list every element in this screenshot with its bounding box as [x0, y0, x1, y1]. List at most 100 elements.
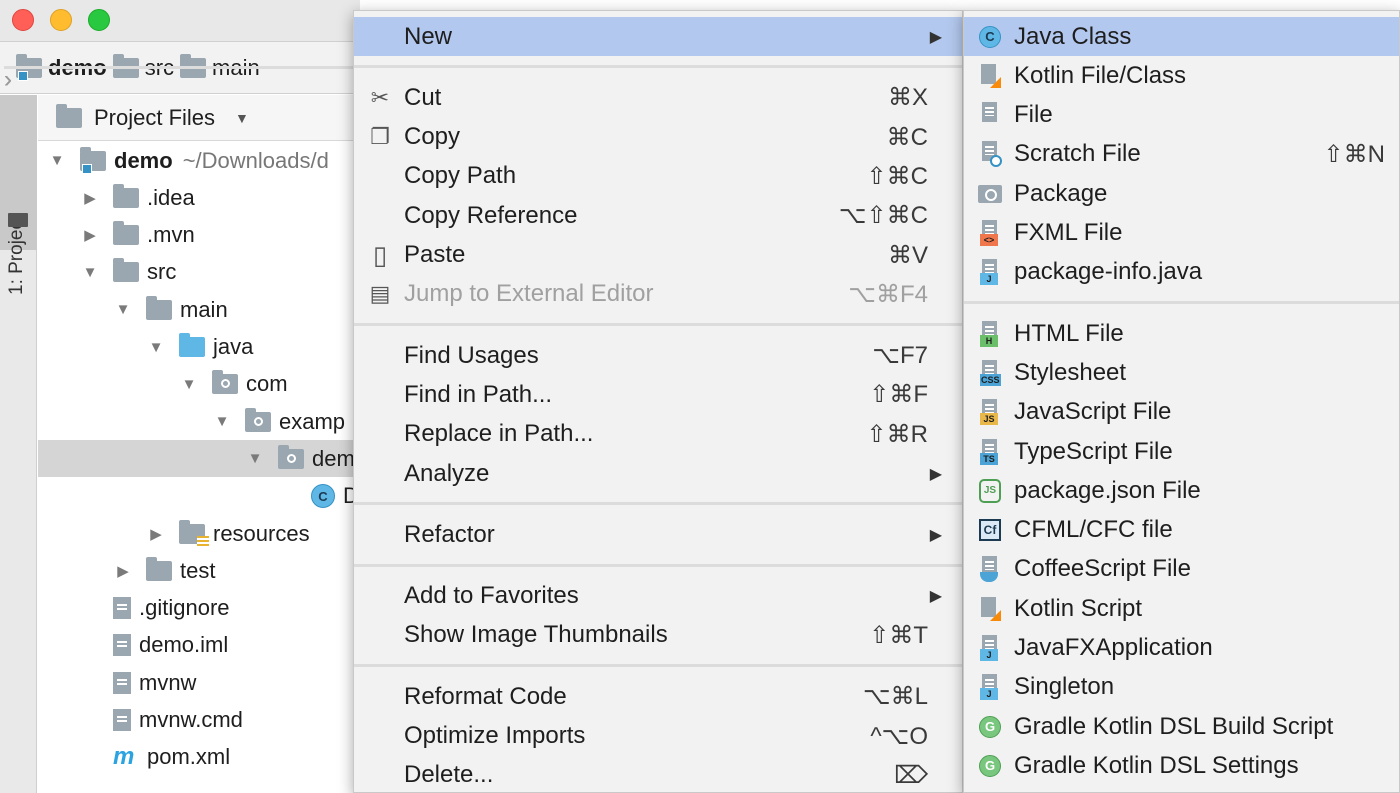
chevron-down-icon[interactable]: ▼ — [235, 110, 249, 126]
tree-item[interactable]: mvnw — [38, 664, 360, 701]
tree-item[interactable]: ▶ .idea — [38, 179, 360, 216]
menu-item-copy[interactable]: ❐ Copy ⌘C — [354, 118, 962, 157]
tree-item[interactable]: ▶ .mvn — [38, 217, 360, 254]
tree-item[interactable]: m pom.xml — [38, 739, 360, 776]
submenu-item-cfml-cfc-file[interactable]: Cf CFML/CFC file — [964, 511, 1399, 550]
submenu-item-label: File — [1014, 101, 1053, 129]
chevron-down-icon[interactable]: ▼ — [180, 376, 198, 393]
submenu-item-shortcut: ⇧⌘N — [1323, 140, 1385, 168]
minimize-window-button[interactable] — [50, 9, 72, 31]
copy-icon: ❐ — [370, 124, 390, 150]
menu-item-new[interactable]: New ▶ — [354, 17, 962, 56]
tree-item[interactable]: ▼ com — [38, 366, 360, 403]
tree-item[interactable]: ▼ dem — [38, 440, 360, 478]
html-file-icon: H — [976, 320, 1004, 348]
scissors-icon: ✂ — [370, 84, 390, 110]
coffeescript-file-icon — [976, 555, 1004, 583]
menu-item-add-to-favorites[interactable]: Add to Favorites ▶ — [354, 577, 962, 616]
submenu-item-singleton[interactable]: J Singleton — [964, 668, 1399, 707]
menu-item-find-usages[interactable]: Find Usages ⌥F7 — [354, 336, 962, 375]
menu-item-paste[interactable]: ▯ Paste ⌘V — [354, 236, 962, 275]
folder-icon — [8, 213, 28, 227]
chevron-down-icon[interactable]: ▼ — [147, 339, 165, 356]
menu-item-reformat-code[interactable]: Reformat Code ⌥⌘L — [354, 677, 962, 716]
folder-icon — [113, 183, 139, 208]
tree-item[interactable]: ▼ demo ~/Downloads/d — [38, 142, 360, 179]
submenu-item-fxml-file[interactable]: <> FXML File — [964, 214, 1399, 253]
tree-item[interactable]: ▼ examp — [38, 403, 360, 440]
folder-icon — [113, 221, 139, 246]
menu-item-copy-path[interactable]: Copy Path ⇧⌘C — [354, 157, 962, 196]
package-icon — [278, 444, 304, 469]
js-file-icon: JS — [976, 398, 1004, 426]
folder-icon — [146, 556, 172, 581]
gradle-icon: G — [976, 713, 1004, 741]
folder-icon — [179, 333, 205, 357]
menu-item-cut[interactable]: ✂ Cut ⌘X — [354, 78, 962, 117]
breadcrumb-item-main[interactable]: main › — [4, 53, 354, 93]
project-view-header: Project Files ▼ — [38, 95, 360, 141]
menu-item-optimize-imports[interactable]: Optimize Imports ^⌥O — [354, 717, 962, 756]
menu-item-replace-in-path[interactable]: Replace in Path... ⇧⌘R — [354, 415, 962, 454]
chevron-down-icon[interactable]: ▼ — [114, 301, 132, 318]
tree-item[interactable]: ▶ resources — [38, 515, 360, 552]
submenu-item-coffeescript-file[interactable]: CoffeeScript File — [964, 550, 1399, 589]
menu-item-shortcut: ⇧⌘F — [869, 381, 928, 409]
submenu-item-kotlin-script[interactable]: Kotlin Script — [964, 589, 1399, 628]
submenu-item-package-json-file[interactable]: JS package.json File — [964, 471, 1399, 510]
tree-item-label: src — [147, 259, 177, 285]
menu-item-label: Replace in Path... — [404, 420, 594, 448]
submenu-item-java-class[interactable]: C Java Class — [964, 17, 1399, 56]
chevron-right-icon[interactable]: ▶ — [81, 189, 99, 207]
submenu-item-javafxapplication[interactable]: J JavaFXApplication — [964, 629, 1399, 668]
chevron-right-icon[interactable]: ▶ — [114, 562, 132, 580]
tab-project[interactable]: 1: Project — [0, 95, 37, 295]
java-file-icon: J — [976, 673, 1004, 701]
chevron-down-icon[interactable]: ▼ — [48, 152, 66, 169]
tree-item[interactable]: ▼ java — [38, 329, 360, 366]
submenu-item-scratch-file[interactable]: Scratch File ⇧⌘N — [964, 135, 1399, 174]
chevron-right-icon[interactable]: ▶ — [81, 226, 99, 244]
submenu-item-javascript-file[interactable]: JS JavaScript File — [964, 393, 1399, 432]
menu-item-show-image-thumbnails[interactable]: Show Image Thumbnails ⇧⌘T — [354, 616, 962, 655]
tree-item[interactable]: .gitignore — [38, 590, 360, 627]
chevron-down-icon[interactable]: ▼ — [81, 264, 99, 281]
submenu-item-gradle-kotlin-dsl-build-script[interactable]: G Gradle Kotlin DSL Build Script — [964, 707, 1399, 746]
chevron-down-icon[interactable]: ▼ — [246, 450, 264, 467]
close-window-button[interactable] — [12, 9, 34, 31]
project-view-selector[interactable]: Project Files — [94, 105, 215, 131]
submenu-item-html-file[interactable]: H HTML File — [964, 314, 1399, 353]
chevron-right-icon[interactable]: ▶ — [147, 525, 165, 543]
tree-item[interactable]: demo.iml — [38, 627, 360, 664]
menu-item-shortcut: ⇧⌘R — [866, 420, 928, 448]
breadcrumb: demo › src › main › — [0, 42, 360, 94]
submenu-item-kotlin-file-class[interactable]: Kotlin File/Class — [964, 56, 1399, 95]
spring-class-icon: C — [311, 484, 335, 509]
tree-item-label: test — [180, 557, 216, 583]
submenu-item-package[interactable]: Package — [964, 174, 1399, 213]
menu-item-delete[interactable]: Delete... ⌦ — [354, 756, 962, 793]
maximize-window-button[interactable] — [88, 9, 110, 31]
submenu-item-stylesheet[interactable]: CSS Stylesheet — [964, 353, 1399, 392]
submenu-item-gradle-kotlin-dsl-settings[interactable]: G Gradle Kotlin DSL Settings — [964, 746, 1399, 785]
tree-item[interactable]: ▼ src — [38, 254, 360, 291]
menu-item-refactor[interactable]: Refactor ▶ — [354, 515, 962, 554]
menu-item-label: Copy Reference — [404, 201, 578, 229]
menu-item-copy-reference[interactable]: Copy Reference ⌥⇧⌘C — [354, 196, 962, 235]
submenu-item-typescript-file[interactable]: TS TypeScript File — [964, 432, 1399, 471]
menu-item-shortcut: ⌥F7 — [872, 342, 928, 370]
submenu-item-package-info-java[interactable]: Jpackage-info.java — [964, 253, 1399, 292]
submenu-item-file[interactable]: File — [964, 96, 1399, 135]
menu-item-find-in-path[interactable]: Find in Path... ⇧⌘F — [354, 375, 962, 414]
submenu-item-label: Singleton — [1014, 673, 1115, 701]
project-tree: ▼ demo ~/Downloads/d ▶ .idea ▶ .mvn ▼ src ▼ main ▼ j… — [38, 142, 360, 793]
tree-item[interactable]: ▶ test — [38, 552, 360, 589]
chevron-down-icon[interactable]: ▼ — [213, 413, 231, 430]
menu-item-shortcut: ⌘X — [887, 84, 928, 112]
tree-item[interactable]: ▼ main — [38, 291, 360, 328]
tree-item[interactable]: CD — [38, 478, 360, 515]
tree-item[interactable]: mvnw.cmd — [38, 702, 360, 739]
menu-item-analyze[interactable]: Analyze ▶ — [354, 454, 962, 493]
menu-item-shortcut: ⌥⌘L — [862, 683, 928, 711]
tree-item-path: ~/Downloads/d — [182, 147, 329, 173]
